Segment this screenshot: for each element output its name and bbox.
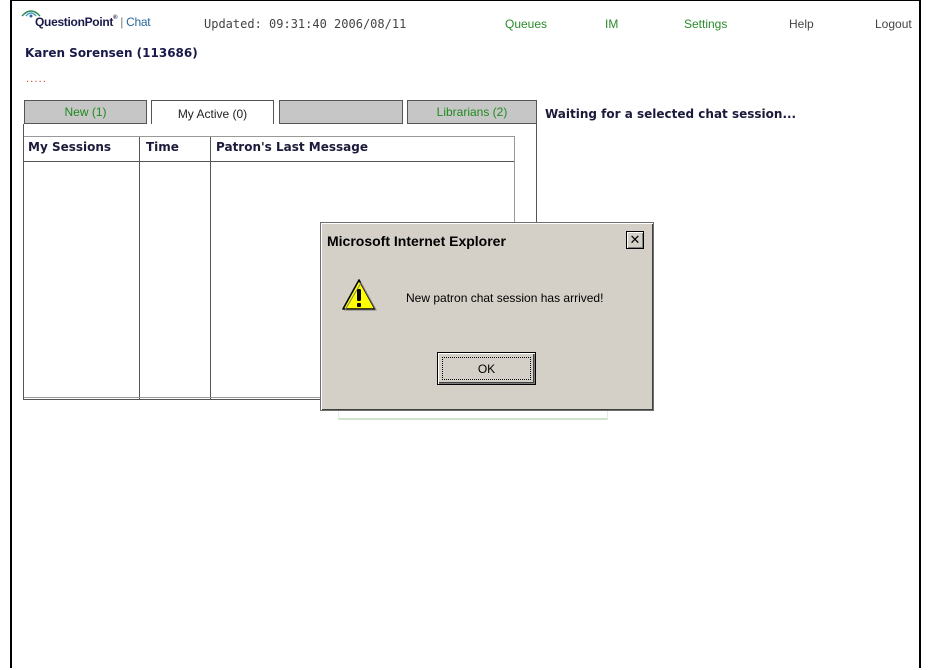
column-divider: [210, 137, 211, 399]
logo-name: QuestionPoint: [35, 15, 114, 29]
table-top-border: [24, 136, 515, 137]
warning-icon: [342, 279, 377, 311]
table-right-border: [514, 137, 515, 227]
alert-dialog: Microsoft Internet Explorer ✕ New patron…: [320, 222, 654, 411]
tab-librarians[interactable]: Librarians (2): [407, 100, 537, 124]
nav-im-link[interactable]: IM: [605, 17, 618, 31]
tab-blank[interactable]: [279, 100, 403, 124]
close-button[interactable]: ✕: [626, 231, 644, 249]
column-divider: [139, 137, 140, 399]
updated-timestamp: Updated: 09:31:40 2006/08/11: [204, 17, 407, 31]
status-dots: .....: [26, 74, 47, 85]
close-icon: ✕: [629, 232, 641, 248]
tab-my-active[interactable]: My Active (0): [151, 100, 274, 127]
column-header-time[interactable]: Time: [146, 140, 179, 154]
focus-ring: [442, 357, 531, 380]
logo-trademark: ®: [113, 15, 118, 21]
nav-settings-link[interactable]: Settings: [684, 17, 727, 31]
tab-new[interactable]: New (1): [24, 100, 147, 124]
ok-button[interactable]: OK: [437, 352, 536, 385]
nav-queues-link[interactable]: Queues: [505, 17, 547, 31]
header-divider: [24, 161, 515, 162]
waiting-status: Waiting for a selected chat session...: [545, 107, 797, 121]
nav-logout-link[interactable]: Logout: [875, 17, 912, 31]
logo-separator: |: [120, 15, 124, 29]
dialog-title: Microsoft Internet Explorer: [327, 233, 506, 249]
nav-help-link[interactable]: Help: [789, 17, 814, 31]
column-header-last-message[interactable]: Patron's Last Message: [216, 140, 368, 154]
column-header-sessions[interactable]: My Sessions: [28, 140, 111, 154]
logo-product: Chat: [126, 15, 151, 29]
user-name: Karen Sorensen (113686): [25, 46, 198, 60]
dialog-message: New patron chat session has arrived!: [406, 291, 604, 305]
